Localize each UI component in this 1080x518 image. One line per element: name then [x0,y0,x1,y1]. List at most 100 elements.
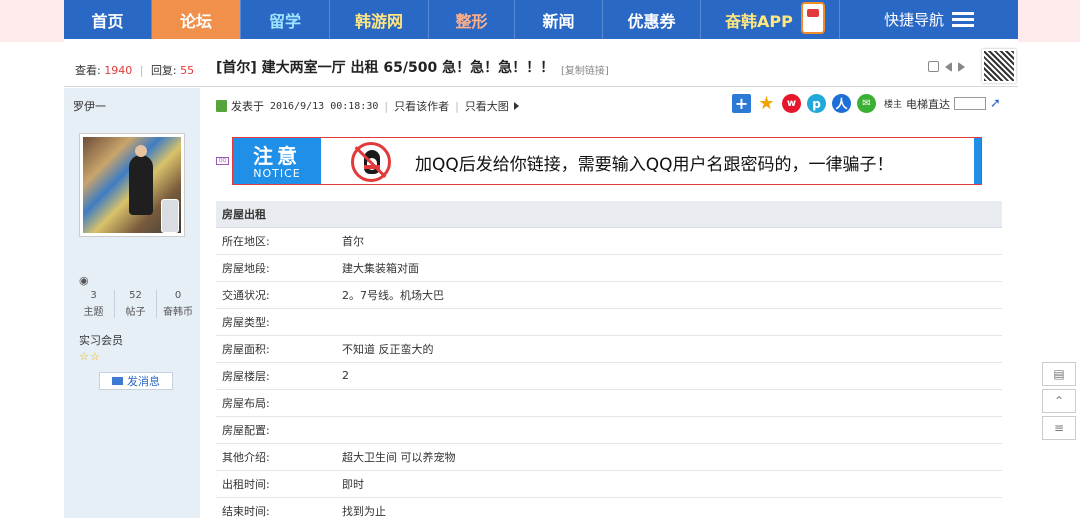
elevator-label: 电梯直达 [906,97,951,111]
stat-coins-label: 奋韩币 [163,307,193,318]
row-value: 首尔 [342,227,1002,255]
next-thread-icon[interactable] [958,62,965,72]
share-renren-icon[interactable]: 人 [832,94,851,113]
back-to-top-icon[interactable]: ⌃ [1042,389,1076,413]
nav-news[interactable]: 新闻 [515,0,603,39]
notice-right-strip [974,138,981,184]
stat-coins-value: 0 [174,290,182,301]
left-background [0,0,64,518]
notice-en: NOTICE [253,167,301,180]
nav-cosmetic[interactable]: 整形 [429,0,515,39]
row-value: 建大集装箱对面 [342,254,1002,282]
row-label: 所在地区: [216,227,342,255]
quick-nav-button[interactable]: 快捷导航 [840,0,1018,39]
nav-travel[interactable]: 韩游网 [330,0,429,39]
elevator-go-icon[interactable]: ➚ [990,96,1001,111]
post-content: 发表于 2016/9/13 00:18:30 | 只看该作者 | 只看大图 + … [216,88,1002,518]
wechat-icon[interactable]: ✉ [857,94,876,113]
nav-coupons[interactable]: 优惠券 [603,0,701,39]
row-value: 2。7号线。机场大巴 [342,281,1002,309]
prev-thread-icon[interactable] [945,62,952,72]
elevator-input[interactable] [954,97,987,110]
row-label: 出租时间: [216,470,342,498]
nav-home[interactable]: 首页 [64,0,152,39]
print-icon[interactable] [928,61,939,72]
posted-time: 2016/9/13 00:18:30 [270,100,379,112]
nav-app-label: 奋韩APP [725,11,793,31]
row-value: 找到为止 [342,497,1002,518]
floor-label: 楼主 [884,100,903,110]
copy-link-button[interactable]: [复制链接] [561,62,609,77]
row-value: 不知道 反正蛮大的 [342,335,1002,363]
row-label: 房屋地段: [216,254,342,282]
left-top-band [0,0,64,42]
table-row: 其他介绍: 超大卫生间 可以养宠物 [216,443,1002,471]
row-value: 超大卫生间 可以养宠物 [342,443,1002,471]
replies-label: 回复: [150,64,177,77]
share-p-icon[interactable]: p [807,94,826,113]
user-level-icon: ◉ [79,274,89,287]
thread-title: [首尔] 建大两室一厅 出租 65/500 急！急！急！！！ [216,60,555,76]
table-row: 房屋类型: [216,308,1002,336]
thread-tools [928,61,965,72]
stat-topics-value: 3 [90,290,97,301]
row-value [342,416,1002,444]
row-label: 房屋类型: [216,308,342,336]
rank-stars: ☆☆ [79,350,101,363]
comment-icon[interactable]: ▤ [1042,362,1076,386]
posted-label: 发表于 [231,100,264,113]
thread-stats: 查看: 1940 | 回复: 55 [75,62,194,78]
row-label: 房屋配置: [216,416,342,444]
thread-page: 查看: 1940 | 回复: 55 [首尔] 建大两室一厅 出租 65/500 … [64,39,1018,518]
thread-header: 查看: 1940 | 回复: 55 [首尔] 建大两室一厅 出租 65/500 … [64,47,1018,87]
envelope-icon [112,377,123,385]
avatar[interactable] [79,133,185,237]
stat-posts-label: 帖子 [125,307,146,318]
app-phone-icon [801,2,825,34]
post-meta: 发表于 2016/9/13 00:18:30 | 只看该作者 | 只看大图 [216,98,519,114]
send-message-label: 发消息 [127,375,160,388]
weibo-icon[interactable]: w [782,94,801,113]
main-nav: 首页 论坛 留学 韩游网 整形 新闻 优惠券 奋韩APP 快捷导航 [64,0,1018,39]
meta-divider: | [455,99,459,113]
stat-posts[interactable]: 52 帖子 [115,290,157,318]
post-icon [216,100,227,112]
nav-forum[interactable]: 论坛 [152,0,241,39]
stat-posts-value: 52 [129,290,142,301]
views-count: 1940 [104,64,133,77]
table-header: 房屋出租 [216,201,1002,228]
send-message-button[interactable]: 发消息 [99,372,173,390]
row-label: 交通状况: [216,281,342,309]
row-value [342,389,1002,417]
stat-topics[interactable]: 3 主题 [73,290,115,318]
nav-app[interactable]: 奋韩APP [701,0,840,39]
share-plus-icon[interactable]: + [732,94,751,113]
nav-study-abroad[interactable]: 留学 [241,0,330,39]
elevator: 楼主 电梯直达 ➚ [884,96,1001,112]
notice-banner: 注意 NOTICE 加QQ后发给你链接，需要输入QQ用户名跟密码的，一律骗子！ [232,137,982,185]
notice-zh: 注意 [253,144,301,168]
row-value: 2 [342,362,1002,390]
table-row: 交通状况: 2。7号线。机场大巴 [216,281,1002,309]
favorite-star-icon[interactable]: ★ [757,93,776,114]
right-top-band [1018,0,1080,42]
row-value: 即时 [342,470,1002,498]
floating-tools: ▤ ⌃ ≡ [1042,362,1076,443]
author-name[interactable]: 罗伊一 [73,98,106,114]
big-image-link[interactable]: 只看大图 [465,98,509,114]
only-author-link[interactable]: 只看该作者 [394,98,449,114]
notice-tag-icon: QQ [216,157,229,165]
stat-coins[interactable]: 0 奋韩币 [157,290,199,318]
row-label: 房屋楼层: [216,362,342,390]
table-row: 房屋布局: [216,389,1002,417]
list-view-icon[interactable]: ≡ [1042,416,1076,440]
row-label: 其他介绍: [216,443,342,471]
avatar-photo [83,137,181,233]
qr-code-icon[interactable] [982,49,1016,83]
table-row: 所在地区: 首尔 [216,227,1002,255]
quick-nav-label: 快捷导航 [883,11,944,29]
table-row: 房屋地段: 建大集装箱对面 [216,254,1002,282]
table-row: 结束时间: 找到为止 [216,497,1002,518]
table-row: 房屋面积: 不知道 反正蛮大的 [216,335,1002,363]
notice-label-block: 注意 NOTICE [233,138,321,184]
